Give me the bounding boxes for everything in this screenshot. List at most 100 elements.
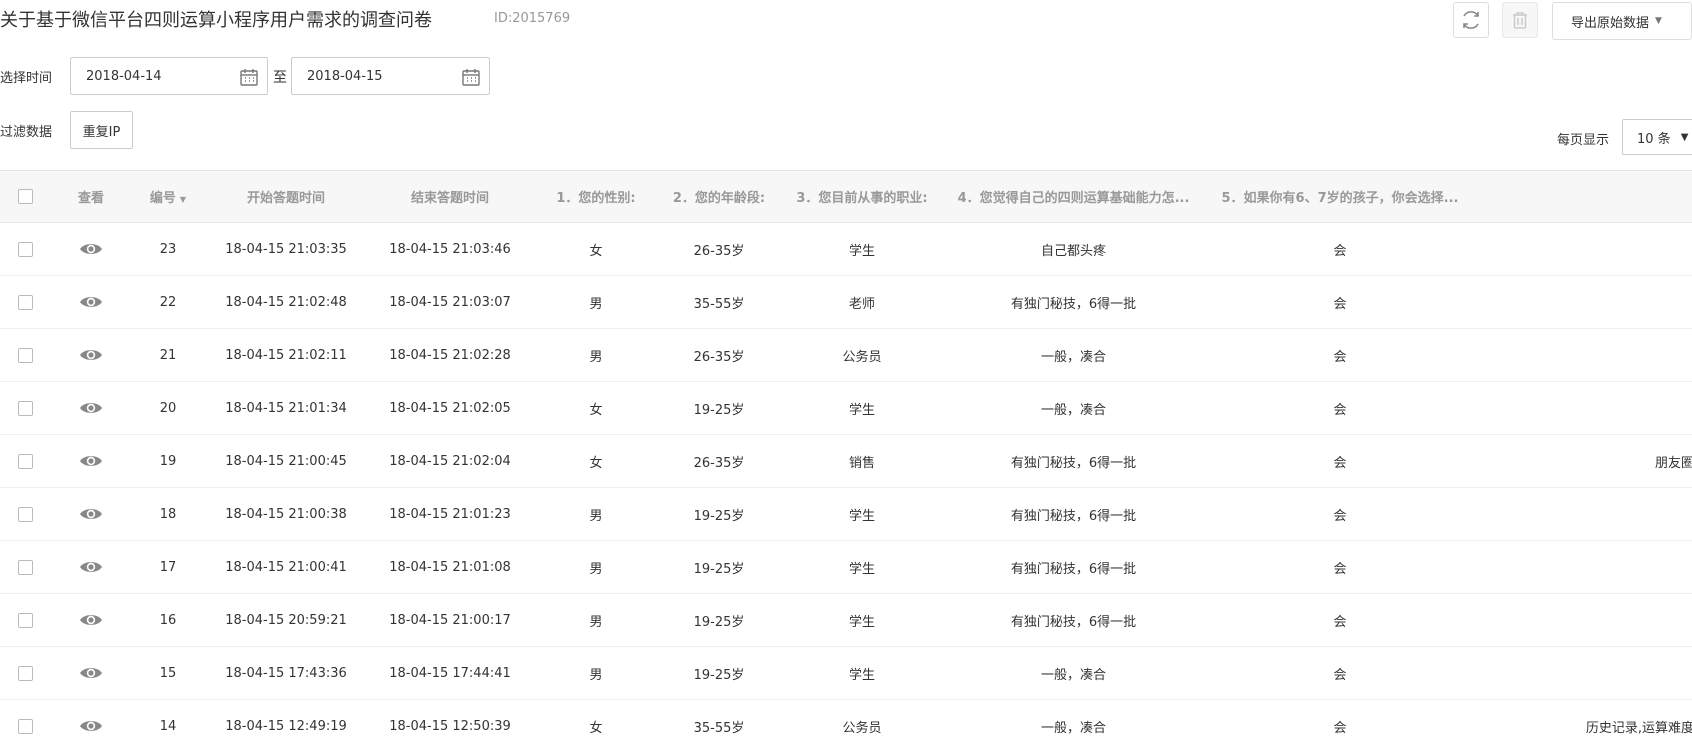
row-checkbox[interactable] [17,294,33,310]
column-header-start-time: 开始答题时间 [204,170,368,223]
calendar-icon[interactable] [461,67,481,87]
row-checkbox[interactable] [17,718,33,734]
column-header-id-label: 编号 [149,191,176,206]
eye-icon[interactable] [79,347,103,363]
row-q6 [1479,541,1692,594]
caret-down-icon: ▼ [1680,131,1689,143]
row-id: 19 [159,453,177,469]
row-gender: 女 [589,455,603,471]
row-view-cell [50,382,132,435]
eye-icon[interactable] [79,612,103,628]
table-row: 17 18-04-15 21:00:41 18-04-15 21:01:08 男… [0,541,1692,594]
row-ability: 有独门秘技，6得一批 [1010,455,1137,471]
column-header-q4: 4．您觉得自己的四则运算基础能力怎... [946,170,1201,223]
survey-id: ID:2015769 [494,11,571,26]
end-date-input[interactable]: 2018-04-15 [291,57,490,95]
row-view-cell [50,647,132,700]
eye-icon[interactable] [79,241,103,257]
select-all-checkbox[interactable] [17,189,33,204]
eye-icon[interactable] [79,506,103,522]
row-view-cell [50,700,132,738]
row-age: 19-25岁 [693,508,745,524]
row-checkbox[interactable] [17,347,33,363]
row-end-time: 18-04-15 21:02:28 [389,347,511,363]
row-gender: 男 [589,667,603,683]
row-start-time: 18-04-15 21:02:11 [225,347,347,363]
table-row: 22 18-04-15 21:02:48 18-04-15 21:03:07 男… [0,276,1692,329]
row-checkbox[interactable] [17,559,33,575]
table-row: 20 18-04-15 21:01:34 18-04-15 21:02:05 女… [0,382,1692,435]
per-page-label: 每页显示 [1557,133,1610,148]
row-start-time: 18-04-15 21:00:45 [225,453,347,469]
row-gender: 男 [589,296,603,312]
row-select-cell [0,382,50,435]
row-choose: 会 [1333,243,1347,259]
row-id: 23 [159,241,177,257]
duplicate-ip-button[interactable]: 重复IP [70,111,133,149]
row-checkbox[interactable] [17,400,33,416]
row-checkbox[interactable] [17,612,33,628]
table-row: 23 18-04-15 21:03:35 18-04-15 21:03:46 女… [0,223,1692,276]
responses-table-wrap: 查看 编号 ▼ 开始答题时间 结束答题时间 1．您的性别: 2．您的年龄段: 3．… [0,170,1692,738]
row-end-time: 18-04-15 17:44:41 [389,665,511,681]
row-start-time: 18-04-15 21:00:38 [225,506,347,522]
column-header-q6: 6 [1479,170,1692,223]
eye-icon[interactable] [79,718,103,734]
eye-icon[interactable] [79,559,103,575]
row-select-cell [0,329,50,382]
row-choose: 会 [1333,720,1347,736]
eye-icon[interactable] [79,665,103,681]
delete-button[interactable] [1502,2,1538,38]
row-job: 学生 [848,667,875,683]
row-id: 18 [159,506,177,522]
row-checkbox[interactable] [17,665,33,681]
row-select-cell [0,223,50,276]
row-ability: 一般，凑合 [1040,667,1106,683]
row-choose: 会 [1333,349,1347,365]
column-header-q3: 3．您目前从事的职业: [778,170,946,223]
calendar-icon[interactable] [239,67,259,87]
row-gender: 男 [589,561,603,577]
row-checkbox[interactable] [17,453,33,469]
row-id: 22 [159,294,177,310]
filter-label: 过滤数据 [0,125,53,140]
row-job: 公务员 [842,720,882,736]
row-checkbox[interactable] [17,241,33,257]
row-ability: 有独门秘技，6得一批 [1010,508,1137,524]
eye-icon[interactable] [79,294,103,310]
table-row: 14 18-04-15 12:49:19 18-04-15 12:50:39 女… [0,700,1692,738]
export-raw-data-button[interactable]: 导出原始数据 ▼ [1552,2,1692,40]
row-end-time: 18-04-15 21:03:46 [389,241,511,257]
row-checkbox[interactable] [17,506,33,522]
per-page-select[interactable]: 10 条 ▼ [1622,119,1692,155]
row-ability: 有独门秘技，6得一批 [1010,614,1137,630]
row-select-cell [0,276,50,329]
row-gender: 男 [589,508,603,524]
row-end-time: 18-04-15 21:03:07 [389,294,511,310]
row-view-cell [50,488,132,541]
eye-icon[interactable] [79,400,103,416]
row-start-time: 18-04-15 21:02:48 [225,294,347,310]
row-start-time: 18-04-15 12:49:19 [225,718,347,734]
row-start-time: 18-04-15 17:43:36 [225,665,347,681]
page-title: 关于基于微信平台四则运算小程序用户需求的调查问卷 [0,10,432,31]
row-start-time: 18-04-15 21:01:34 [225,400,347,416]
column-header-id[interactable]: 编号 ▼ [132,170,204,223]
row-gender: 女 [589,402,603,418]
row-q6: 朋友 [1479,382,1692,435]
eye-icon[interactable] [79,453,103,469]
start-date-input[interactable]: 2018-04-14 [70,57,268,95]
row-gender: 女 [589,243,603,259]
row-gender: 男 [589,614,603,630]
row-ability: 有独门秘技，6得一批 [1010,296,1137,312]
refresh-button[interactable] [1453,2,1489,38]
row-age: 26-35岁 [693,243,745,259]
end-date-value: 2018-04-15 [307,68,383,84]
column-header-q5: 5．如果你有6、7岁的孩子，你会选择... [1201,170,1479,223]
row-job: 老师 [848,296,875,312]
row-choose: 会 [1333,561,1347,577]
row-ability: 一般，凑合 [1040,402,1106,418]
row-view-cell [50,276,132,329]
row-select-cell [0,647,50,700]
row-age: 35-55岁 [693,720,745,736]
